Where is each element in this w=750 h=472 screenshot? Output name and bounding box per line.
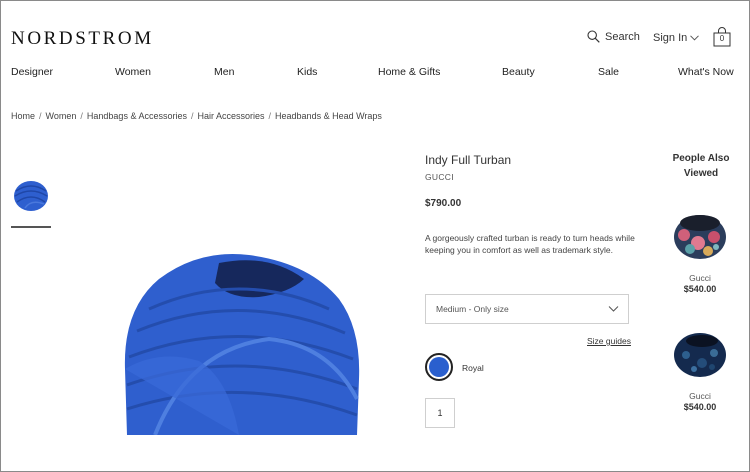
nav-item-men[interactable]: Men [214,66,234,78]
color-swatch-dot [429,357,449,377]
search-label: Search [605,30,640,43]
search-icon [587,30,600,43]
page-frame: NORDSTROM Search Sign In 0 Designer Wome… [0,0,750,472]
chevron-down-icon [608,306,619,312]
quantity-input[interactable]: 1 [425,398,455,428]
product-thumbnail[interactable] [11,177,51,213]
breadcrumb-headbands-head-wraps[interactable]: Headbands & Head Wraps [275,111,382,121]
bag-count: 0 [719,34,725,43]
size-select[interactable]: Medium - Only size [425,294,629,324]
size-select-value: Medium - Only size [436,304,509,314]
nav-item-whats-now[interactable]: What's Now [678,66,734,78]
shopping-bag-button[interactable]: 0 [713,27,731,47]
recommended-product-image [665,205,735,265]
recommended-product-brand: Gucci [689,391,711,401]
recommended-product[interactable]: Gucci $540.00 [665,205,735,294]
breadcrumb-women[interactable]: Women [46,111,77,121]
nav-item-kids[interactable]: Kids [297,66,317,78]
breadcrumb-home[interactable]: Home [11,111,35,121]
floral-turban-image [674,215,726,259]
nav-item-designer[interactable]: Designer [11,66,53,78]
color-name: Royal [462,363,484,373]
sign-in-label: Sign In [653,32,688,44]
sign-in-button[interactable]: Sign In [653,32,700,44]
recommended-product-price: $540.00 [683,402,717,412]
recommended-product-price: $540.00 [683,284,717,294]
turban-image [124,254,360,436]
product-price: $790.00 [425,198,462,209]
navy-turban-image [674,333,726,377]
product-description: A gorgeously crafted turban is ready to … [425,233,635,255]
breadcrumb: Home / Women / Handbags & Accessories / Hair A… [11,111,382,121]
chevron-down-icon [690,35,700,41]
nordstrom-logo[interactable]: NORDSTROM [11,28,154,50]
search-button[interactable]: Search [587,30,640,43]
nav-item-women[interactable]: Women [115,66,151,78]
recommended-product-image [665,323,735,383]
nav-item-sale[interactable]: Sale [598,66,619,78]
nav-item-beauty[interactable]: Beauty [502,66,535,78]
nav-item-home-gifts[interactable]: Home & Gifts [378,66,440,78]
recommended-product[interactable]: Gucci $540.00 [665,323,735,412]
size-guides-link[interactable]: Size guides [587,336,631,346]
breadcrumb-hair-accessories[interactable]: Hair Accessories [197,111,264,121]
turban-thumbnail-image [14,181,48,211]
product-brand[interactable]: GUCCI [425,172,454,182]
breadcrumb-handbags-accessories[interactable]: Handbags & Accessories [87,111,187,121]
breadcrumb-separator: / [268,111,272,121]
product-name: Indy Full Turban [425,153,512,167]
product-main-image[interactable] [119,249,363,436]
breadcrumb-separator: / [39,111,42,121]
breadcrumb-separator: / [80,111,83,121]
recommended-product-brand: Gucci [689,273,711,283]
thumbnail-selected-indicator [11,226,51,228]
main-navigation: Designer Women Men Kids Home & Gifts Bea… [1,66,749,80]
color-swatch-royal[interactable] [425,353,453,381]
people-also-viewed-title: People Also Viewed [672,153,730,179]
breadcrumb-separator: / [190,111,194,121]
